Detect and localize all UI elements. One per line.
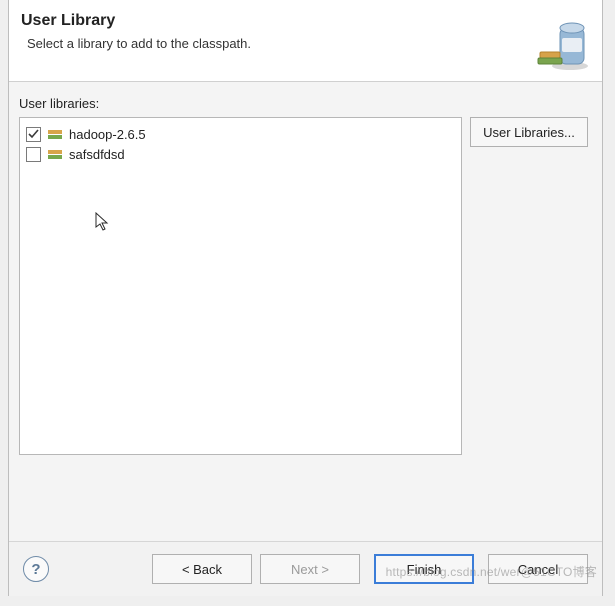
- page-title: User Library: [21, 12, 586, 30]
- library-item[interactable]: safsdfdsd: [26, 144, 455, 164]
- dialog: User Library Select a library to add to …: [8, 0, 603, 596]
- library-icon: [47, 146, 63, 162]
- dialog-header: User Library Select a library to add to …: [9, 0, 602, 82]
- library-icon: [47, 126, 63, 142]
- next-button: Next >: [260, 554, 360, 584]
- dialog-footer: ? < Back Next > Finish Cancel: [9, 541, 602, 596]
- library-name: safsdfdsd: [69, 147, 125, 162]
- help-icon[interactable]: ?: [23, 556, 49, 582]
- library-name: hadoop-2.6.5: [69, 127, 146, 142]
- library-item[interactable]: hadoop-2.6.5: [26, 124, 455, 144]
- checkbox-unchecked[interactable]: [26, 147, 41, 162]
- checkbox-checked[interactable]: [26, 127, 41, 142]
- library-jar-icon: [532, 12, 592, 72]
- cancel-button[interactable]: Cancel: [488, 554, 588, 584]
- dialog-content: User libraries: hadoop-2.6.5: [9, 82, 602, 541]
- user-libraries-listbox[interactable]: hadoop-2.6.5 safsdfdsd: [19, 117, 462, 455]
- page-subtitle: Select a library to add to the classpath…: [27, 36, 586, 51]
- user-libraries-button[interactable]: User Libraries...: [470, 117, 588, 147]
- finish-button[interactable]: Finish: [374, 554, 474, 584]
- back-button[interactable]: < Back: [152, 554, 252, 584]
- list-label: User libraries:: [19, 96, 588, 111]
